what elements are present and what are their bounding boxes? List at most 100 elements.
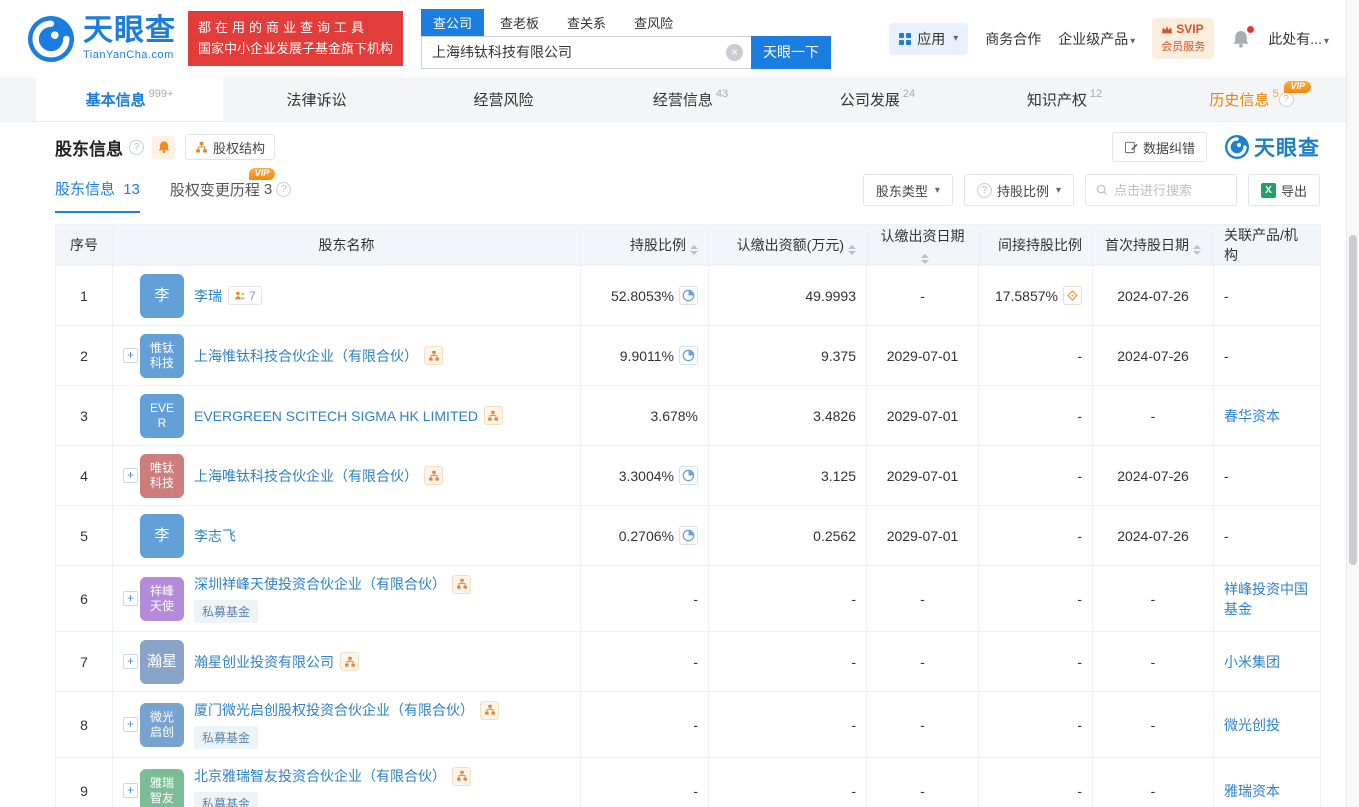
equity-structure-icon[interactable]	[484, 406, 503, 425]
shareholder-avatar[interactable]: 微光启创	[140, 703, 184, 747]
apps-menu[interactable]: 应用 ▾	[889, 23, 968, 55]
shareholder-avatar[interactable]: 雅瑞智友	[140, 769, 184, 807]
shareholder-avatar[interactable]: 唯钛科技	[140, 454, 184, 498]
related-product-link[interactable]: 春华资本	[1224, 408, 1280, 424]
expand-button[interactable]: +	[123, 591, 138, 606]
search-button[interactable]: 天眼一下	[751, 36, 831, 69]
indirect-holding-icon[interactable]	[1063, 286, 1082, 305]
shareholder-avatar[interactable]: 李	[140, 514, 184, 558]
tab-count: 24	[903, 88, 915, 100]
shareholder-avatar[interactable]: 惟钛科技	[140, 334, 184, 378]
history-clock-icon[interactable]	[679, 286, 698, 305]
holding-ratio-cell: -	[581, 632, 709, 692]
table-search-input[interactable]	[1114, 183, 1226, 198]
help-icon[interactable]: ?	[1279, 92, 1294, 107]
sort-icon[interactable]	[690, 245, 698, 255]
notifications-bell-icon[interactable]	[1231, 29, 1251, 49]
first-holding-date-cell: -	[1093, 386, 1214, 446]
tab-知识产权[interactable]: 知识产权12	[971, 77, 1158, 121]
shareholder-name-link[interactable]: EVERGREEN SCITECH SIGMA HK LIMITED	[194, 408, 478, 424]
sort-icon[interactable]	[848, 245, 856, 255]
related-product-link[interactable]: 小米集团	[1224, 654, 1280, 670]
help-icon[interactable]: ?	[276, 182, 291, 197]
first-holding-date-value: 2024-07-26	[1117, 528, 1189, 544]
history-clock-icon[interactable]	[679, 466, 698, 485]
equity-structure-icon[interactable]	[424, 346, 443, 365]
help-icon[interactable]: ?	[129, 140, 144, 155]
subtab-shareholders[interactable]: 股东信息 13	[55, 178, 140, 213]
shareholder-name-link[interactable]: 上海惟钛科技合伙企业（有限合伙）	[194, 346, 418, 366]
row-index: 1	[80, 288, 88, 304]
shareholder-avatar[interactable]: 祥峰天使	[140, 577, 184, 621]
vertical-scrollbar[interactable]	[1346, 0, 1359, 807]
shareholder-name-link[interactable]: 深圳祥峰天使投资合伙企业（有限合伙）	[194, 574, 446, 594]
tab-经营风险[interactable]: 经营风险	[410, 77, 597, 121]
shareholder-avatar[interactable]: EVER	[140, 394, 184, 438]
svip-membership-button[interactable]: SVIP 会员服务	[1152, 18, 1214, 59]
shareholder-name-link[interactable]: 李瑞	[194, 286, 222, 306]
nav-cooperation[interactable]: 商务合作	[985, 29, 1041, 49]
tab-基本信息[interactable]: 基本信息999+	[36, 77, 223, 121]
related-product-cell: 小米集团	[1214, 632, 1321, 692]
shareholder-name-link[interactable]: 瀚星创业投资有限公司	[194, 652, 334, 672]
search-tab-查公司[interactable]: 查公司	[421, 9, 484, 36]
shareholder-name-link[interactable]: 北京雅瑞智友投资合伙企业（有限合伙）	[194, 766, 446, 786]
equity-structure-icon[interactable]	[452, 767, 471, 786]
subscribed-amount-value: 3.4826	[813, 408, 856, 424]
subtab-equity-change-history[interactable]: VIP 股权变更历程 3 ?	[170, 179, 291, 212]
equity-structure-icon[interactable]	[424, 466, 443, 485]
equity-structure-icon[interactable]	[340, 652, 359, 671]
search-tab-查老板[interactable]: 查老板	[488, 9, 551, 36]
column-header-持股比例[interactable]: 持股比例	[581, 225, 709, 266]
tab-经营信息[interactable]: 经营信息43	[597, 77, 784, 121]
expand-button[interactable]: +	[123, 717, 138, 732]
history-clock-icon[interactable]	[679, 346, 698, 365]
account-menu[interactable]: 此处有...▾	[1268, 29, 1329, 49]
sort-icon[interactable]	[1193, 245, 1201, 255]
equity-structure-icon[interactable]	[452, 575, 471, 594]
equity-structure-button[interactable]: 股权结构	[185, 134, 275, 160]
subscribe-bell-icon[interactable]	[152, 136, 175, 159]
data-correction-button[interactable]: 数据纠错	[1112, 132, 1207, 162]
related-product-link[interactable]: 微光创投	[1224, 717, 1280, 733]
shareholder-name-link[interactable]: 李志飞	[194, 526, 236, 546]
row-index: 8	[80, 717, 88, 733]
subscribed-amount-value: -	[851, 591, 856, 607]
search-tab-查风险[interactable]: 查风险	[622, 9, 685, 36]
subscribed-amount-cell: 9.375	[709, 326, 867, 386]
search-input[interactable]	[421, 36, 751, 69]
equity-structure-icon[interactable]	[480, 701, 499, 720]
shareholder-avatar[interactable]: 瀚星	[140, 640, 184, 684]
shareholder-type-filter[interactable]: 股东类型 ▾	[863, 174, 953, 206]
search-tab-查关系[interactable]: 查关系	[555, 9, 618, 36]
holding-ratio-filter[interactable]: ? 持股比例 ▾	[964, 174, 1074, 206]
expand-button[interactable]: +	[123, 348, 138, 363]
shareholder-name-link[interactable]: 厦门微光启创股权投资合伙企业（有限合伙）	[194, 700, 474, 720]
column-header-认缴出资日期[interactable]: 认缴出资日期	[867, 225, 979, 266]
tab-法律诉讼[interactable]: 法律诉讼	[223, 77, 410, 121]
related-product-link[interactable]: 祥峰投资中国基金	[1224, 581, 1308, 617]
expand-button[interactable]: +	[123, 468, 138, 483]
holding-ratio-value: -	[693, 783, 698, 799]
table-search-box[interactable]	[1085, 174, 1237, 206]
table-row: 1李李瑞752.8053%49.9993-17.5857%2024-07-26-	[56, 266, 1321, 326]
shareholder-name-link[interactable]: 上海唯钛科技合伙企业（有限合伙）	[194, 466, 418, 486]
scrollbar-thumb[interactable]	[1349, 235, 1357, 565]
column-header-首次持股日期[interactable]: 首次持股日期	[1093, 225, 1214, 266]
nav-enterprise[interactable]: 企业级产品▾	[1058, 29, 1135, 49]
related-product-link[interactable]: 雅瑞资本	[1224, 783, 1280, 799]
expand-button[interactable]: +	[123, 783, 138, 798]
tab-公司发展[interactable]: 公司发展24	[784, 77, 971, 121]
clear-search-icon[interactable]: ×	[726, 44, 743, 61]
history-clock-icon[interactable]	[679, 526, 698, 545]
expand-button[interactable]: +	[123, 654, 138, 669]
shareholder-avatar[interactable]: 李	[140, 274, 184, 318]
tianyancha-logo[interactable]: 天眼查 TianYanCha.com	[28, 16, 176, 62]
export-button[interactable]: X 导出	[1248, 174, 1320, 206]
column-header-认缴出资额(万元)[interactable]: 认缴出资额(万元)	[709, 225, 867, 266]
shareholder-name-cell: +微光启创厦门微光启创股权投资合伙企业（有限合伙）私募基金	[113, 692, 581, 758]
apps-label: 应用	[917, 29, 945, 49]
relation-badge[interactable]: 7	[228, 286, 262, 305]
tab-历史信息[interactable]: VIP历史信息5?	[1158, 77, 1345, 121]
sort-icon[interactable]	[921, 254, 929, 264]
